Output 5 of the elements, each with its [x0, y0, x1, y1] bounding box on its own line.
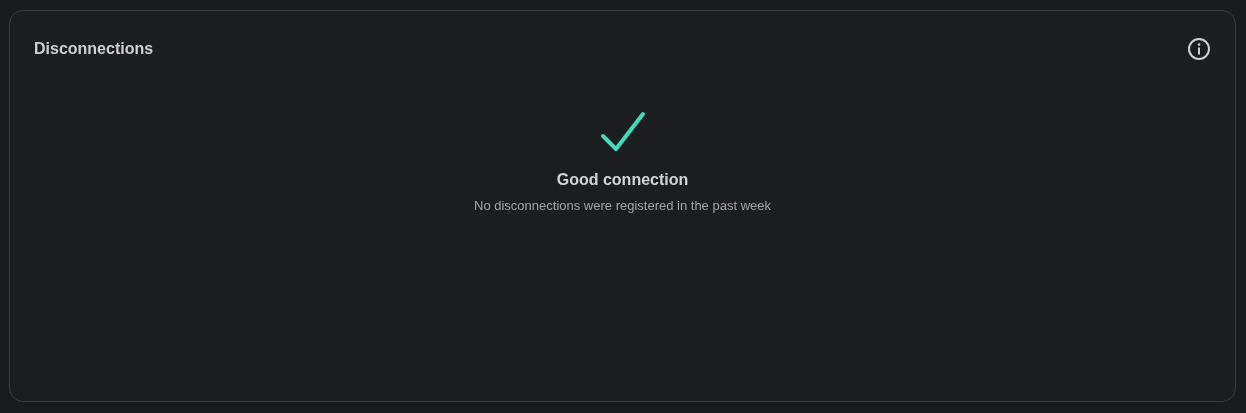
info-icon[interactable]	[1187, 37, 1211, 61]
status-heading: Good connection	[556, 171, 689, 189]
checkmark-icon	[599, 111, 646, 153]
card-title: Disconnections	[34, 40, 154, 58]
status-message: No disconnections were registered in the past week	[474, 198, 771, 213]
